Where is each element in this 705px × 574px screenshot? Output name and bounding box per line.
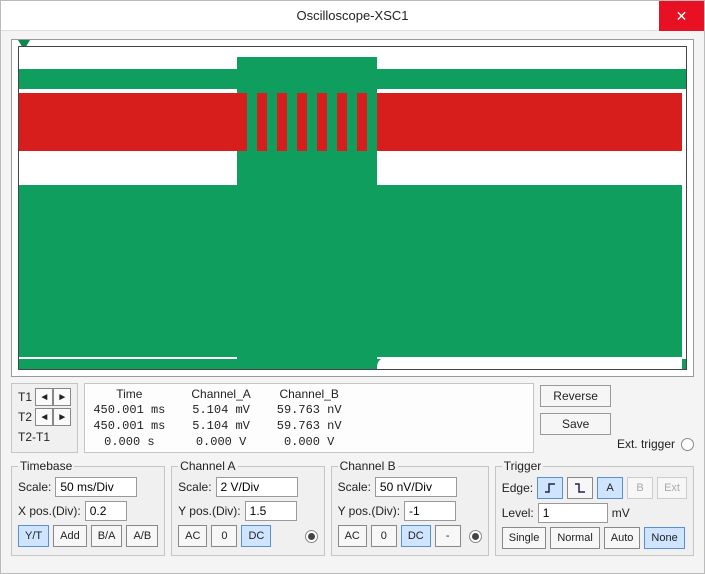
- t-diff-label: T2-T1: [18, 430, 50, 444]
- timebase-section: Timebase Scale: X pos.(Div): Y/T Add B/A…: [11, 459, 165, 556]
- chA-scale-input[interactable]: [216, 477, 298, 497]
- chB-legend: Channel B: [338, 459, 398, 473]
- t2-right-button[interactable]: ►: [53, 408, 71, 426]
- chA-header: Channel_A: [191, 386, 250, 402]
- tb-mode-ab[interactable]: A/B: [126, 525, 158, 547]
- chB-ypos-input[interactable]: [404, 501, 456, 521]
- t1-chB: 59.763 nV: [277, 402, 342, 418]
- channel-a-section: Channel A Scale: Y pos.(Div): AC 0 DC: [171, 459, 324, 556]
- settings-row: Timebase Scale: X pos.(Div): Y/T Add B/A…: [11, 459, 694, 556]
- ext-trigger: Ext. trigger: [617, 383, 694, 453]
- chB-scale-label: Scale:: [338, 480, 371, 494]
- waveform-chB: [19, 69, 686, 89]
- edge-falling-button[interactable]: [567, 477, 593, 499]
- window-title: Oscilloscope-XSC1: [297, 8, 409, 23]
- level-label: Level:: [502, 506, 534, 520]
- chA-ac-button[interactable]: AC: [178, 525, 207, 547]
- col-chA: Channel_A 5.104 mV 5.104 mV 0.000 V: [191, 386, 250, 450]
- level-input[interactable]: [538, 503, 608, 523]
- t2-time: 450.001 ms: [93, 418, 165, 434]
- tb-scale-label: Scale:: [18, 480, 51, 494]
- side-buttons: Reverse Save: [540, 383, 611, 453]
- chB-header: Channel_B: [279, 386, 338, 402]
- tdiff-chA: 0.000 V: [196, 434, 246, 450]
- cursor-controls: T1 ◄ ► T2 ◄ ► T2-T1: [11, 383, 78, 453]
- ext-trigger-indicator[interactable]: [681, 438, 694, 451]
- trig-src-a[interactable]: A: [597, 477, 623, 499]
- cursor-readout: Time 450.001 ms 450.001 ms 0.000 s Chann…: [84, 383, 534, 453]
- reverse-button[interactable]: Reverse: [540, 385, 611, 407]
- chB-invert-button[interactable]: -: [435, 525, 461, 547]
- t2-left-button[interactable]: ◄: [35, 408, 53, 426]
- trig-auto[interactable]: Auto: [604, 527, 641, 549]
- t1-time: 450.001 ms: [93, 402, 165, 418]
- chB-zero-button[interactable]: 0: [371, 525, 397, 547]
- waveform-overlap: [237, 93, 377, 151]
- timebase-legend: Timebase: [18, 459, 74, 473]
- trigger-section: Trigger Edge: A B Ext Level: mV: [495, 459, 694, 556]
- cursor-panel-row: T1 ◄ ► T2 ◄ ► T2-T1 Time 450.001 ms 450.…: [11, 383, 694, 453]
- chB-scale-input[interactable]: [375, 477, 457, 497]
- col-time: Time 450.001 ms 450.001 ms 0.000 s: [93, 386, 165, 450]
- tb-xpos-input[interactable]: [85, 501, 127, 521]
- level-unit: mV: [612, 506, 630, 520]
- falling-edge-icon: [574, 482, 586, 494]
- waveform-gap: [377, 169, 682, 185]
- trig-single[interactable]: Single: [502, 527, 547, 549]
- save-button[interactable]: Save: [540, 413, 611, 435]
- chB-probe-indicator[interactable]: [469, 530, 482, 543]
- t2-label: T2: [18, 410, 32, 424]
- edge-rising-button[interactable]: [537, 477, 563, 499]
- scope-grid: [18, 46, 687, 370]
- t1-left-button[interactable]: ◄: [35, 388, 53, 406]
- close-icon: ✕: [676, 8, 688, 25]
- chA-ypos-input[interactable]: [245, 501, 297, 521]
- waveform-gap: [377, 357, 682, 369]
- chA-probe-indicator[interactable]: [305, 530, 318, 543]
- chB-dc-button[interactable]: DC: [401, 525, 431, 547]
- oscilloscope-window: Oscilloscope-XSC1 ✕ T1 ◄: [0, 0, 705, 574]
- rising-edge-icon: [544, 482, 556, 494]
- chA-dc-button[interactable]: DC: [241, 525, 271, 547]
- tb-mode-yt[interactable]: Y/T: [18, 525, 49, 547]
- ext-trigger-label: Ext. trigger: [617, 437, 675, 451]
- col-chB: Channel_B 59.763 nV 59.763 nV 0.000 V: [277, 386, 342, 450]
- tdiff-time: 0.000 s: [104, 434, 154, 450]
- chA-zero-button[interactable]: 0: [211, 525, 237, 547]
- content: T1 ◄ ► T2 ◄ ► T2-T1 Time 450.001 ms 450.…: [1, 31, 704, 573]
- trig-none[interactable]: None: [644, 527, 684, 549]
- t1-chA: 5.104 mV: [192, 402, 250, 418]
- chB-ypos-label: Y pos.(Div):: [338, 504, 400, 518]
- trig-src-b[interactable]: B: [627, 477, 653, 499]
- tb-scale-input[interactable]: [55, 477, 137, 497]
- trig-normal[interactable]: Normal: [550, 527, 599, 549]
- trigger-legend: Trigger: [502, 459, 544, 473]
- chA-scale-label: Scale:: [178, 480, 211, 494]
- trig-src-ext[interactable]: Ext: [657, 477, 687, 499]
- edge-label: Edge:: [502, 481, 533, 495]
- tb-xpos-label: X pos.(Div):: [18, 504, 81, 518]
- tb-mode-add[interactable]: Add: [53, 525, 87, 547]
- t2-chB: 59.763 nV: [277, 418, 342, 434]
- chA-legend: Channel A: [178, 459, 237, 473]
- scope-display[interactable]: [11, 39, 694, 377]
- chB-ac-button[interactable]: AC: [338, 525, 367, 547]
- chA-ypos-label: Y pos.(Div):: [178, 504, 240, 518]
- close-button[interactable]: ✕: [659, 1, 704, 31]
- time-header: Time: [116, 386, 142, 402]
- titlebar: Oscilloscope-XSC1 ✕: [1, 1, 704, 31]
- tb-mode-ba[interactable]: B/A: [91, 525, 123, 547]
- t2-chA: 5.104 mV: [192, 418, 250, 434]
- tdiff-chB: 0.000 V: [284, 434, 334, 450]
- channel-b-section: Channel B Scale: Y pos.(Div): AC 0 DC -: [331, 459, 489, 556]
- t1-label: T1: [18, 390, 32, 404]
- t1-right-button[interactable]: ►: [53, 388, 71, 406]
